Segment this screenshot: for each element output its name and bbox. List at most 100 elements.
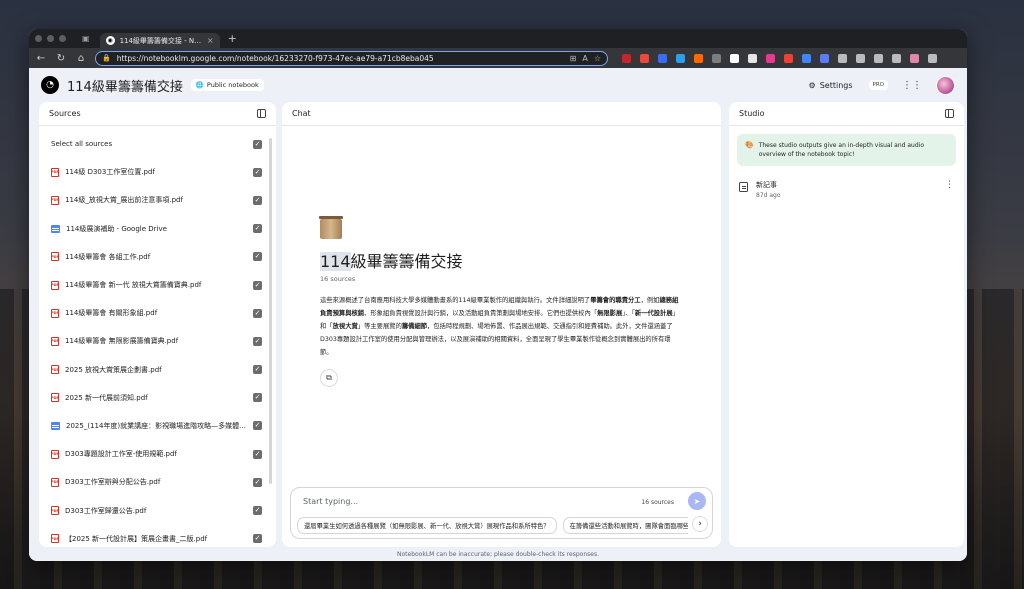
- notebook-title[interactable]: 114級畢籌籌備交接: [67, 76, 183, 95]
- split-screen-icon[interactable]: [838, 53, 847, 63]
- omnibox[interactable]: 🔒 https://notebooklm.google.com/notebook…: [95, 50, 608, 66]
- home-icon[interactable]: ⌂: [75, 53, 87, 64]
- reload-icon[interactable]: ↻: [55, 53, 67, 64]
- pdf-file-icon: PDF: [51, 252, 59, 262]
- send-arrow-icon: ➤: [693, 496, 701, 506]
- collapse-panel-icon[interactable]: [945, 109, 954, 118]
- tab-bar: ▣ ◉ 114級畢籌籌備交接 - NotebookLM × +: [29, 29, 967, 48]
- source-checkbox[interactable]: ✓: [253, 449, 262, 459]
- extension-icon[interactable]: [766, 53, 775, 63]
- new-tab-icon[interactable]: +: [228, 32, 237, 45]
- source-checkbox[interactable]: ✓: [253, 195, 262, 205]
- pdf-file-icon: PDF: [51, 365, 59, 375]
- source-checkbox[interactable]: ✓: [253, 167, 262, 177]
- select-all-row[interactable]: Select all sources ✓: [39, 130, 276, 158]
- avatar[interactable]: [936, 75, 955, 95]
- extension-icon[interactable]: [712, 53, 721, 63]
- collections-icon[interactable]: [874, 53, 883, 63]
- source-checkbox[interactable]: ✓: [253, 308, 262, 318]
- suggestion-chips: 還屆畢業生如何透過各種展覽（如無限影展、新一代、放視大賞）展現作品和系所特色？ …: [297, 517, 688, 534]
- extension-icon[interactable]: [676, 53, 685, 63]
- source-item[interactable]: PDF 【2025 新一代設計展】策展企畫書_二版.pdf ✓: [39, 525, 276, 553]
- chevron-right-icon[interactable]: ›: [692, 516, 708, 532]
- app-icon[interactable]: ⊞: [570, 54, 577, 63]
- tab-notebooklm[interactable]: ◉ 114級畢籌籌備交接 - NotebookLM ×: [99, 33, 220, 48]
- source-checkbox[interactable]: ✓: [253, 280, 262, 290]
- studio-panel: Studio 🎨 These studio outputs give an in…: [729, 102, 964, 547]
- favorite-star-icon[interactable]: ☆: [594, 54, 601, 63]
- note-item[interactable]: 新記事 87d ago ⋮: [729, 166, 964, 213]
- source-checkbox[interactable]: ✓: [253, 336, 262, 346]
- pro-badge: PRO: [868, 80, 888, 90]
- more-vert-icon[interactable]: ⋮: [945, 180, 954, 190]
- chat-body: 114級畢籌籌備交接 16 sources 這些來源概述了台南應用科技大學多媒體…: [282, 126, 721, 487]
- source-checkbox[interactable]: ✓: [253, 393, 262, 403]
- sidebar-icon[interactable]: ▣: [82, 34, 90, 43]
- pdf-file-icon: PDF: [51, 449, 59, 459]
- close-tab-icon[interactable]: ×: [207, 36, 214, 45]
- public-notebook-label: Public notebook: [206, 81, 259, 89]
- lock-icon[interactable]: 🔒: [102, 54, 111, 62]
- extension-icon[interactable]: [784, 53, 793, 63]
- public-notebook-badge[interactable]: 🌐 Public notebook: [190, 79, 264, 91]
- note-time: 87d ago: [756, 192, 781, 199]
- more-menu-icon[interactable]: [928, 53, 937, 63]
- source-checkbox[interactable]: ✓: [253, 477, 262, 487]
- profile-icon[interactable]: [910, 53, 919, 63]
- source-name: 2025 新一代展前須知.pdf: [65, 393, 148, 402]
- send-button[interactable]: ➤: [688, 492, 706, 510]
- apps-grid-icon[interactable]: ⋮⋮: [902, 80, 922, 91]
- url-text[interactable]: https://notebooklm.google.com/notebook/1…: [117, 54, 564, 63]
- source-name: 114級畢籌會 無限影展籌備寶典.pdf: [65, 337, 179, 346]
- source-name: D303工作室辦與分配公告.pdf: [65, 478, 161, 487]
- source-item[interactable]: PDF 2025 放視大賞策展企劃書.pdf ✓: [39, 356, 276, 384]
- source-checkbox[interactable]: ✓: [253, 506, 262, 516]
- notebooklm-app: ◔ 114級畢籌籌備交接 🌐 Public notebook ⚙ Setting…: [29, 68, 967, 561]
- chat-composer: Start typing... 16 sources ➤ 還屆畢業生如何透過各種…: [290, 487, 713, 539]
- source-item[interactable]: PDF D303工作室歸還公告.pdf ✓: [39, 496, 276, 524]
- screenshot-icon[interactable]: [892, 53, 901, 63]
- suggestion-chip[interactable]: 還屆畢業生如何透過各種展覽（如無限影展、新一代、放視大賞）展現作品和系所特色？: [297, 517, 557, 534]
- browser-window: ▣ ◉ 114級畢籌籌備交接 - NotebookLM × + ← ↻ ⌂ 🔒 …: [29, 29, 967, 561]
- source-name: 【2025 新一代設計展】策展企畫書_二版.pdf: [65, 534, 208, 543]
- extension-icon[interactable]: [694, 53, 703, 63]
- pdf-file-icon: PDF: [51, 477, 59, 487]
- source-item[interactable]: PDF 114級_放視大賞_展出前注意事項.pdf ✓: [39, 186, 276, 214]
- copy-summary-button[interactable]: ⧉: [320, 369, 338, 387]
- source-name: 114級畢籌會 各組工作.pdf: [65, 252, 151, 261]
- source-item[interactable]: PDF 114級畢籌會 有關形象組.pdf ✓: [39, 299, 276, 327]
- source-checkbox[interactable]: ✓: [253, 365, 262, 375]
- extension-icon[interactable]: [640, 53, 649, 63]
- source-checkbox[interactable]: ✓: [253, 252, 262, 262]
- source-checkbox[interactable]: ✓: [253, 534, 262, 544]
- extension-icon[interactable]: [748, 53, 757, 63]
- source-item[interactable]: 114級展演補助 - Google Drive ✓: [39, 215, 276, 243]
- suggestion-chip[interactable]: 在籌備還些活動和展覽時，團隊會面臨哪些挑戰？: [562, 517, 688, 534]
- source-item[interactable]: PDF D303專題設計工作室-使用規範.pdf ✓: [39, 440, 276, 468]
- settings-button[interactable]: ⚙ Settings: [809, 81, 853, 90]
- select-all-checkbox[interactable]: ✓: [253, 139, 262, 149]
- source-item[interactable]: PDF 114級畢籌會 無限影展籌備寶典.pdf ✓: [39, 327, 276, 355]
- window-controls[interactable]: [35, 35, 66, 42]
- source-checkbox[interactable]: ✓: [253, 224, 262, 234]
- pdf-file-icon: PDF: [51, 280, 59, 290]
- chat-input[interactable]: Start typing...: [303, 497, 358, 506]
- back-icon[interactable]: ←: [35, 53, 47, 64]
- source-item[interactable]: 2025_(114年度)就業講座：影視職場進階攻略—多媒體... ✓: [39, 412, 276, 440]
- sources-scrollbar[interactable]: [269, 138, 272, 484]
- extension-icon[interactable]: [622, 53, 631, 63]
- extension-icon[interactable]: [658, 53, 667, 63]
- extension-icon[interactable]: [802, 53, 811, 63]
- source-item[interactable]: PDF D303工作室辦與分配公告.pdf ✓: [39, 468, 276, 496]
- source-item[interactable]: PDF 2025 新一代展前須知.pdf ✓: [39, 384, 276, 412]
- read-aloud-icon[interactable]: A: [582, 54, 587, 63]
- source-item[interactable]: PDF 114級畢籌會 各組工作.pdf ✓: [39, 243, 276, 271]
- source-checkbox[interactable]: ✓: [253, 421, 262, 431]
- notebooklm-logo-icon[interactable]: ◔: [41, 76, 59, 94]
- source-item[interactable]: PDF 114級 D303工作室位置.pdf ✓: [39, 158, 276, 186]
- source-item[interactable]: PDF 114級畢籌會 新一代 放視大賞籌備寶典.pdf ✓: [39, 271, 276, 299]
- favorites-icon[interactable]: [856, 53, 865, 63]
- extension-icon[interactable]: [730, 53, 739, 63]
- collapse-panel-icon[interactable]: [257, 109, 266, 118]
- extension-icon[interactable]: [820, 53, 829, 63]
